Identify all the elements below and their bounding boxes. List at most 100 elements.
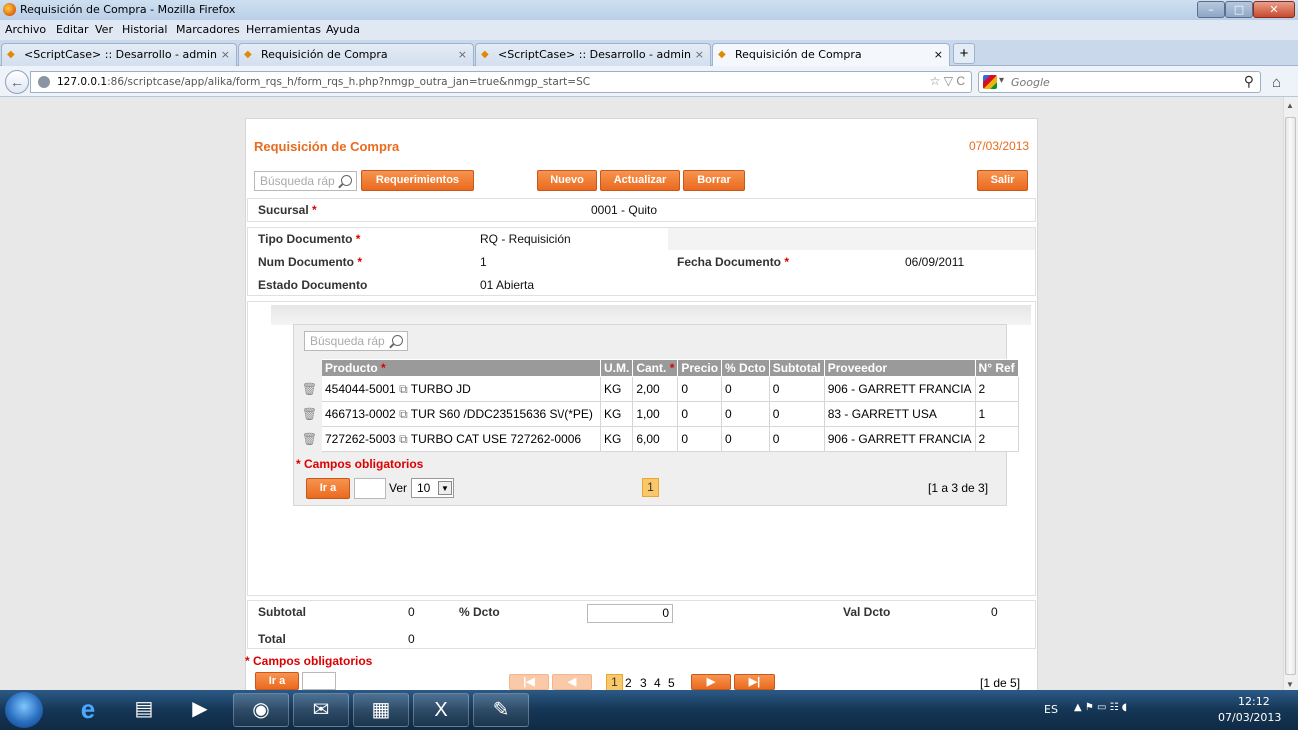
scrollbar-thumb[interactable] — [1285, 117, 1296, 675]
tab-scriptcase-1[interactable]: ◆ <ScriptCase> :: Desarrollo - admin × — [1, 43, 237, 66]
ver-select[interactable]: 10 ▼ — [411, 478, 454, 498]
search-icon[interactable] — [392, 335, 403, 346]
footer-goto-button[interactable]: Ir a — [255, 672, 299, 690]
requerimientos-button[interactable]: Requerimientos — [361, 170, 474, 191]
tab-close-icon[interactable]: × — [934, 44, 943, 65]
sucursal-value[interactable]: 0001 - Quito — [591, 203, 657, 217]
minimize-button[interactable]: – — [1197, 1, 1225, 18]
menu-ayuda[interactable]: Ayuda — [326, 23, 360, 36]
excel-taskbar-icon[interactable]: X — [413, 693, 469, 727]
detail-goto-button[interactable]: Ir a — [306, 478, 350, 499]
scroll-up-icon[interactable]: ▲ — [1286, 101, 1294, 110]
page-3[interactable]: 3 — [640, 676, 647, 690]
page-1[interactable]: 1 — [606, 674, 623, 691]
menu-historial[interactable]: Historial — [122, 23, 167, 36]
start-button[interactable] — [5, 692, 43, 728]
close-window-button[interactable]: ✕ — [1253, 1, 1295, 18]
proveedor-cell[interactable]: 83 - GARRETT USA — [823, 401, 976, 427]
menu-editar[interactable]: Editar — [56, 23, 89, 36]
page-5[interactable]: 5 — [668, 676, 675, 690]
dcto-cell[interactable]: 0 — [721, 401, 770, 427]
menu-ver[interactable]: Ver — [95, 23, 113, 36]
fecha-documento-value[interactable]: 06/09/2011 — [905, 255, 964, 269]
search-engine-dropdown-icon[interactable]: ▾ — [999, 75, 1004, 86]
trash-icon[interactable]: 🗑 — [297, 401, 322, 427]
language-indicator[interactable]: ES — [1044, 703, 1058, 716]
url-text[interactable]: 127.0.0.1:86/scriptcase/app/alika/form_r… — [57, 76, 590, 88]
last-page-button[interactable]: ▶| — [734, 674, 775, 690]
trash-icon[interactable]: 🗑 — [297, 426, 322, 452]
tab-requisicion-1[interactable]: ◆ Requisición de Compra × — [238, 43, 474, 66]
page-2[interactable]: 2 — [625, 676, 632, 690]
google-icon[interactable] — [983, 75, 997, 89]
dcto-cell[interactable]: 0 — [721, 376, 770, 402]
new-tab-button[interactable]: + — [953, 43, 975, 64]
um-cell[interactable]: KG — [599, 376, 634, 402]
search-go-icon[interactable]: ⚲ — [1244, 73, 1254, 90]
first-page-button[interactable]: |◀ — [509, 674, 549, 690]
footer-goto-input[interactable] — [302, 672, 336, 690]
quick-search-input[interactable]: Búsqueda ráp — [254, 171, 357, 191]
precio-cell[interactable]: 0 — [677, 376, 723, 402]
prev-page-button[interactable]: ◀ — [552, 674, 592, 690]
search-icon[interactable] — [341, 175, 352, 186]
url-bar[interactable]: 127.0.0.1:86/scriptcase/app/alika/form_r… — [30, 71, 972, 93]
tab-scriptcase-2[interactable]: ◆ <ScriptCase> :: Desarrollo - admin × — [475, 43, 711, 66]
producto-cell[interactable]: 727262-5003 ⧉ TURBO CAT USE 727262-0006 — [321, 426, 601, 452]
back-button[interactable]: ← — [5, 70, 29, 94]
page-4[interactable]: 4 — [654, 676, 661, 690]
next-page-button[interactable]: ▶ — [691, 674, 731, 690]
lookup-icon[interactable]: ⧉ — [399, 382, 408, 396]
remote-desktop-taskbar-icon[interactable]: ▦ — [353, 693, 409, 727]
num-documento-value[interactable]: 1 — [480, 255, 487, 269]
cant-cell[interactable]: 2,00 — [632, 376, 679, 402]
producto-cell[interactable]: 466713-0002 ⧉ TUR S60 /DDC23515636 S\/(*… — [321, 401, 601, 427]
lookup-icon[interactable]: ⧉ — [399, 407, 408, 421]
home-icon[interactable]: ⌂ — [1272, 74, 1281, 91]
tipo-documento-value[interactable]: RQ - Requisición — [480, 232, 571, 246]
tray-icons[interactable]: ▲ ⚑ ▭ ☷ ◖ — [1074, 702, 1127, 713]
um-cell[interactable]: KG — [599, 401, 634, 427]
menu-herramientas[interactable]: Herramientas — [246, 23, 321, 36]
salir-button[interactable]: Salir — [977, 170, 1028, 191]
site-identity-icon[interactable] — [38, 76, 50, 88]
search-bar[interactable]: ▾ Google ⚲ — [978, 71, 1261, 93]
tab-requisicion-active[interactable]: ◆ Requisición de Compra × — [712, 43, 950, 67]
firefox-taskbar-icon[interactable]: ◉ — [233, 693, 289, 727]
detail-quick-search-input[interactable]: Búsqueda ráp — [304, 331, 408, 351]
detail-page-current[interactable]: 1 — [642, 478, 659, 497]
paint-taskbar-icon[interactable]: ✎ — [473, 693, 529, 727]
dropdown-arrow-icon[interactable]: ▼ — [438, 481, 452, 495]
media-player-icon[interactable]: ▶ — [172, 693, 228, 727]
trash-icon[interactable]: 🗑 — [297, 376, 322, 402]
precio-cell[interactable]: 0 — [677, 426, 723, 452]
cant-cell[interactable]: 6,00 — [632, 426, 679, 452]
borrar-button[interactable]: Borrar — [683, 170, 745, 191]
thunderbird-taskbar-icon[interactable]: ✉ — [293, 693, 349, 727]
precio-cell[interactable]: 0 — [677, 401, 723, 427]
tab-close-icon[interactable]: × — [695, 44, 704, 65]
tab-close-icon[interactable]: × — [458, 44, 467, 65]
bookmark-star-icon[interactable]: ☆ ▽ C — [930, 74, 965, 88]
file-explorer-icon[interactable]: ▤ — [116, 693, 172, 727]
detail-goto-input[interactable] — [354, 478, 386, 499]
actualizar-button[interactable]: Actualizar — [600, 170, 680, 191]
lookup-icon[interactable]: ⧉ — [399, 432, 408, 446]
um-cell[interactable]: KG — [599, 426, 634, 452]
estado-documento-value[interactable]: 01 Abierta — [480, 278, 534, 292]
tab-close-icon[interactable]: × — [221, 44, 230, 65]
menu-marcadores[interactable]: Marcadores — [176, 23, 240, 36]
nuevo-button[interactable]: Nuevo — [537, 170, 597, 191]
maximize-button[interactable]: □ — [1225, 1, 1253, 18]
proveedor-cell[interactable]: 906 - GARRETT FRANCIA — [823, 376, 976, 402]
internet-explorer-icon[interactable]: e — [60, 693, 116, 727]
scroll-down-icon[interactable]: ▼ — [1286, 680, 1294, 689]
clock-time[interactable]: 12:12 — [1238, 695, 1270, 708]
proveedor-cell[interactable]: 906 - GARRETT FRANCIA — [823, 426, 976, 452]
dcto-cell[interactable]: 0 — [721, 426, 770, 452]
cant-cell[interactable]: 1,00 — [632, 401, 679, 427]
clock-date[interactable]: 07/03/2013 — [1218, 711, 1281, 724]
dcto-input[interactable]: 0 — [587, 604, 673, 623]
producto-cell[interactable]: 454044-5001 ⧉ TURBO JD — [321, 376, 601, 402]
menu-archivo[interactable]: Archivo — [5, 23, 46, 36]
